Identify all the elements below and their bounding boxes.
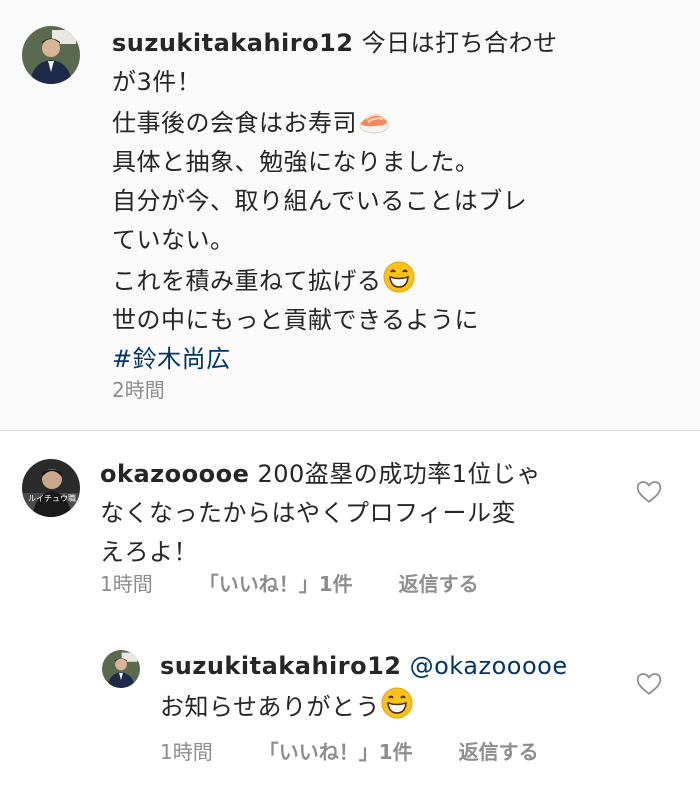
reply-line-1: suzukitakahiro12 @okazooooe bbox=[160, 647, 630, 686]
caption-timestamp: 2時間 bbox=[112, 378, 165, 402]
reply-likes-count[interactable]: 「いいね！」1件 bbox=[259, 740, 413, 764]
reply-like-button[interactable] bbox=[636, 672, 662, 696]
reply-text-line: お知らせありがとう bbox=[160, 693, 381, 721]
comment-likes-count[interactable]: 「いいね！」1件 bbox=[199, 572, 353, 596]
reply-text: suzukitakahiro12 @okazooooe お知らせありがとう bbox=[160, 647, 630, 727]
reply-button[interactable]: 返信する bbox=[399, 572, 479, 596]
grinning-emoji bbox=[380, 686, 414, 720]
reply-username[interactable]: suzukitakahiro12 bbox=[160, 652, 401, 680]
caption-line-1: suzukitakahiro12 今日は打ち合わせ bbox=[112, 24, 672, 63]
comment-line-1: okazooooe 200盗塁の成功率1位じゃ bbox=[100, 455, 620, 494]
reply-meta: 1時間 「いいね！」1件 返信する bbox=[160, 736, 585, 765]
comment-text-line: えろよ！ bbox=[100, 538, 198, 566]
caption-text-line: 具体と抽象、勉強になりました。 bbox=[112, 148, 480, 176]
comment-text: okazooooe 200盗塁の成功率1位じゃ なくなったからはやくプロフィール… bbox=[100, 455, 620, 572]
caption-text-line: 世の中にもっと貢献できるように bbox=[112, 306, 480, 334]
heart-outline-icon bbox=[636, 481, 662, 503]
avatar-caption-text: ルイチュウ職人 bbox=[28, 494, 80, 503]
caption-text-line: 仕事後の会食はお寿司 bbox=[112, 109, 357, 137]
reply-line-2: お知らせありがとう bbox=[160, 686, 630, 727]
reply-mention-link[interactable]: @okazooooe bbox=[410, 652, 568, 680]
reply-author-avatar[interactable] bbox=[102, 650, 140, 688]
caption-username[interactable]: suzukitakahiro12 bbox=[112, 29, 353, 57]
comment-timestamp: 1時間 bbox=[100, 572, 153, 596]
caption-text-line: が3件！ bbox=[112, 68, 202, 96]
caption-text-line: これを積み重ねて拡げる bbox=[112, 267, 382, 295]
reply-timestamp: 1時間 bbox=[160, 740, 213, 764]
caption-text-line: 今日は打ち合わせ bbox=[361, 29, 558, 57]
comment-text-line: なくなったからはやくプロフィール変 bbox=[100, 499, 517, 527]
caption-text-line: 自分が今、取り組んでいることはブレ bbox=[112, 187, 528, 215]
caption-text-line: ていない。 bbox=[112, 226, 235, 254]
grinning-emoji bbox=[382, 260, 416, 294]
divider bbox=[0, 430, 700, 431]
commenter-avatar[interactable]: ルイチュウ職人 bbox=[22, 459, 80, 517]
reply-reply-button[interactable]: 返信する bbox=[459, 740, 539, 764]
caption-line-sushi: 仕事後の会食はお寿司 bbox=[112, 102, 672, 143]
caption-text: suzukitakahiro12 今日は打ち合わせ が3件！ 仕事後の会食はお寿… bbox=[112, 24, 672, 379]
comment-text-line: 200盗塁の成功率1位じゃ bbox=[257, 460, 542, 488]
comment-username[interactable]: okazooooe bbox=[100, 460, 249, 488]
like-button[interactable] bbox=[636, 480, 662, 504]
sushi-emoji bbox=[357, 102, 391, 136]
caption-author-avatar[interactable] bbox=[22, 26, 80, 84]
comment-meta: 1時間 「いいね！」1件 返信する bbox=[100, 568, 525, 597]
heart-outline-icon bbox=[636, 673, 662, 695]
caption-line-grin: これを積み重ねて拡げる bbox=[112, 260, 672, 301]
